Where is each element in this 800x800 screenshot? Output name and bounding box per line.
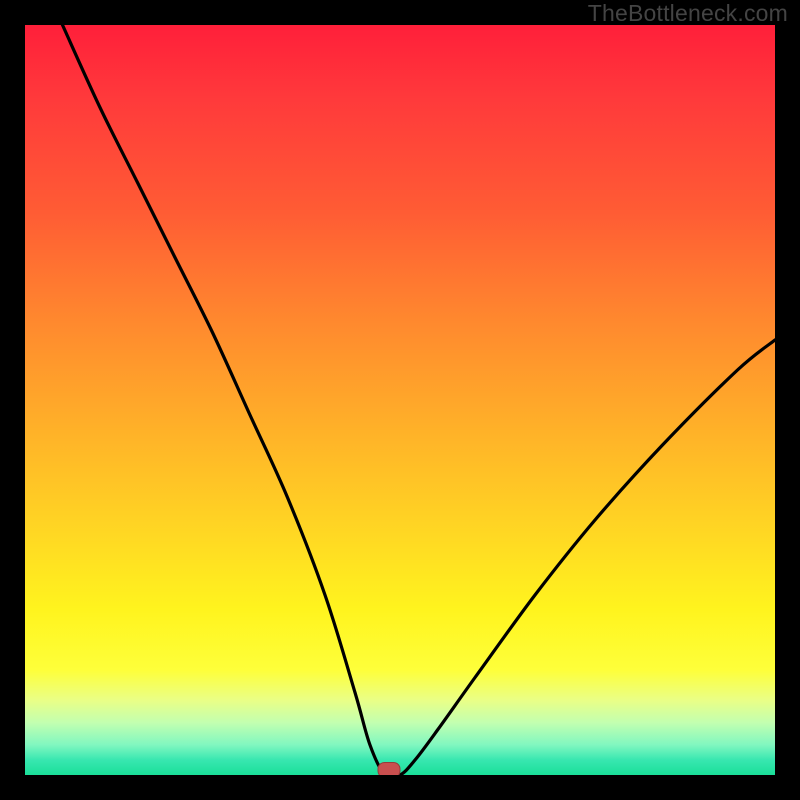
chart-frame: TheBottleneck.com bbox=[0, 0, 800, 800]
plot-area bbox=[25, 25, 775, 775]
watermark-text: TheBottleneck.com bbox=[588, 0, 788, 27]
optimal-point-marker bbox=[377, 762, 400, 775]
bottleneck-curve bbox=[25, 25, 775, 775]
